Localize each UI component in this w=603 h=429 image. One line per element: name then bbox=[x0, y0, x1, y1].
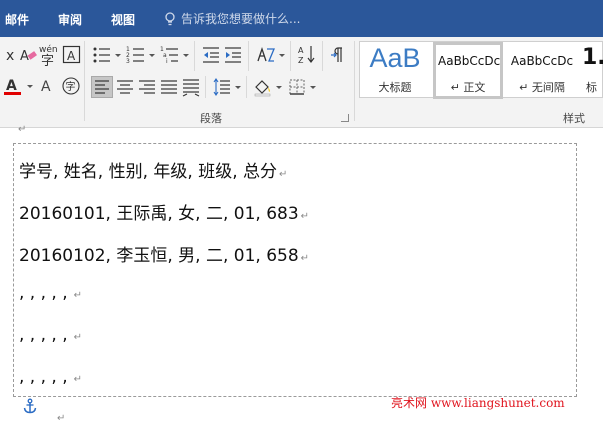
multilevel-list-button[interactable]: 1 a i bbox=[160, 45, 180, 65]
phonetic-guide-icon: wén 字 bbox=[39, 44, 58, 69]
text-line[interactable]: , , , , , ↵ bbox=[19, 283, 82, 303]
character-border-icon: A bbox=[62, 45, 81, 64]
align-right-icon bbox=[139, 80, 155, 94]
borders-dropdown[interactable] bbox=[310, 86, 316, 89]
align-left-icon bbox=[95, 80, 109, 94]
numbering-button[interactable]: 1 2 3 bbox=[126, 45, 146, 65]
styles-gallery[interactable]: AaB 大标题 AaBbCcDc ↵ 正文 AaBbCcDc ↵ 无间隔 1. … bbox=[359, 41, 603, 99]
tell-me-placeholder: 告诉我您想要做什么... bbox=[181, 12, 301, 26]
text-box[interactable]: 学号, 姓名, 性别, 年级, 班级, 总分 ↵ 20160101, 王际禹, 女… bbox=[13, 143, 577, 397]
eraser-icon: A bbox=[20, 49, 37, 64]
asian-layout-icon bbox=[257, 46, 275, 62]
paragraph-mark: ↵ bbox=[57, 413, 66, 424]
style-no-spacing[interactable]: AaBbCcDc ↵ 无间隔 bbox=[506, 42, 578, 99]
line-spacing-button[interactable] bbox=[212, 77, 232, 97]
styles-group-label: 样式 bbox=[563, 112, 585, 125]
decrease-indent-icon bbox=[203, 47, 219, 63]
increase-indent-icon bbox=[225, 47, 241, 63]
align-center-icon bbox=[117, 80, 133, 94]
paint-bucket-icon bbox=[254, 80, 271, 97]
tab-mailings[interactable]: 邮件 bbox=[5, 11, 29, 28]
svg-text:x: x bbox=[6, 48, 14, 64]
document-area[interactable]: ↵ 学号, 姓名, 性别, 年级, 班级, 总分 ↵ 20160101, 王际禹,… bbox=[0, 124, 603, 429]
font-color-button[interactable]: A bbox=[3, 76, 23, 96]
align-right-button[interactable] bbox=[137, 77, 157, 97]
asian-layout-button[interactable] bbox=[256, 45, 276, 65]
font-color-dropdown[interactable] bbox=[27, 85, 33, 88]
anchor-icon[interactable] bbox=[23, 398, 37, 414]
borders-icon bbox=[289, 79, 305, 95]
pilcrow-icon bbox=[331, 47, 342, 62]
paragraph-dialog-launcher[interactable] bbox=[341, 114, 349, 122]
watermark: 亮术网 www.liangshunet.com bbox=[391, 396, 565, 410]
style-title-name: 大标题 bbox=[378, 81, 412, 94]
text-line[interactable]: 20160102, 李玉恒, 男, 二, 01, 658 ↵ bbox=[19, 241, 309, 266]
text-line[interactable]: , , , , , ↵ bbox=[19, 325, 82, 345]
change-case-icon: A bbox=[41, 79, 51, 95]
text-line[interactable]: 学号, 姓名, 性别, 年级, 班级, 总分 ↵ bbox=[19, 157, 287, 182]
svg-text:A: A bbox=[20, 49, 29, 64]
line-spacing-icon bbox=[213, 78, 230, 96]
style-title[interactable]: AaB 大标题 bbox=[360, 42, 430, 99]
enclose-characters-button[interactable]: 字 bbox=[61, 76, 81, 96]
paragraph-mark: ↵ bbox=[18, 124, 27, 135]
align-left-button[interactable] bbox=[91, 76, 113, 98]
asian-layout-dropdown[interactable] bbox=[279, 54, 285, 57]
show-marks-button[interactable] bbox=[329, 45, 349, 65]
sort-icon: A Z bbox=[298, 46, 315, 65]
shading-dropdown[interactable] bbox=[276, 86, 282, 89]
style-normal[interactable]: AaBbCcDc ↵ 正文 bbox=[433, 42, 503, 99]
style-heading1[interactable]: 1. 标 bbox=[580, 42, 603, 99]
multilevel-list-dropdown[interactable] bbox=[183, 54, 189, 57]
bullets-button[interactable] bbox=[92, 45, 112, 65]
svg-text:i: i bbox=[166, 58, 168, 65]
multilevel-list-icon: 1 a i bbox=[160, 46, 178, 65]
align-center-button[interactable] bbox=[115, 77, 135, 97]
bullets-icon bbox=[93, 47, 110, 63]
style-normal-name: ↵ 正文 bbox=[450, 81, 486, 94]
clear-format-button[interactable]: A bbox=[18, 45, 38, 65]
bullets-dropdown[interactable] bbox=[115, 54, 121, 57]
line-spacing-dropdown[interactable] bbox=[235, 86, 241, 89]
style-no-spacing-sample: AaBbCcDc bbox=[510, 54, 574, 68]
font-color-icon: A bbox=[4, 78, 21, 95]
svg-text:Z: Z bbox=[298, 56, 304, 65]
numbering-icon: 1 2 3 bbox=[126, 46, 144, 65]
lightbulb-icon bbox=[165, 11, 175, 25]
svg-text:A: A bbox=[6, 78, 17, 94]
ribbon-tab-bar: 邮件 审阅 视图 告诉我您想要做什么... bbox=[0, 0, 603, 37]
style-no-spacing-name: ↵ 无间隔 bbox=[519, 81, 565, 94]
text-line[interactable]: 20160101, 王际禹, 女, 二, 01, 683 ↵ bbox=[19, 199, 309, 224]
borders-button[interactable] bbox=[287, 77, 307, 97]
sort-button[interactable]: A Z bbox=[297, 44, 317, 65]
enclose-characters-icon: 字 bbox=[62, 77, 80, 95]
tab-view[interactable]: 视图 bbox=[111, 11, 135, 28]
phonetic-char: 字 bbox=[41, 54, 54, 69]
style-normal-sample: AaBbCcDc bbox=[438, 54, 500, 68]
svg-text:A: A bbox=[298, 46, 304, 55]
style-title-sample: AaB bbox=[369, 43, 421, 73]
svg-text:字: 字 bbox=[66, 80, 76, 93]
justify-button[interactable] bbox=[159, 77, 179, 97]
text-line[interactable]: , , , , , ↵ bbox=[19, 367, 82, 387]
style-heading1-name: 标 bbox=[586, 81, 597, 94]
shading-button[interactable] bbox=[253, 77, 273, 97]
svg-text:3: 3 bbox=[126, 58, 130, 65]
numbering-dropdown[interactable] bbox=[149, 54, 155, 57]
justify-icon bbox=[161, 80, 177, 94]
change-case-button[interactable]: A bbox=[39, 76, 59, 96]
tab-review[interactable]: 审阅 bbox=[58, 11, 82, 28]
distributed-button[interactable] bbox=[181, 77, 201, 97]
style-heading1-sample: 1. bbox=[582, 45, 603, 70]
decrease-indent-button[interactable] bbox=[201, 45, 221, 65]
svg-text:A: A bbox=[41, 79, 51, 95]
paragraph-group-label: 段落 bbox=[200, 112, 222, 125]
character-border-button[interactable]: A bbox=[62, 45, 82, 65]
svg-text:A: A bbox=[67, 49, 76, 63]
increase-indent-button[interactable] bbox=[223, 45, 243, 65]
phonetic-guide-button[interactable]: wén 字 bbox=[39, 43, 59, 69]
distributed-icon bbox=[182, 79, 200, 97]
tell-me-search[interactable]: 告诉我您想要做什么... bbox=[162, 10, 300, 27]
